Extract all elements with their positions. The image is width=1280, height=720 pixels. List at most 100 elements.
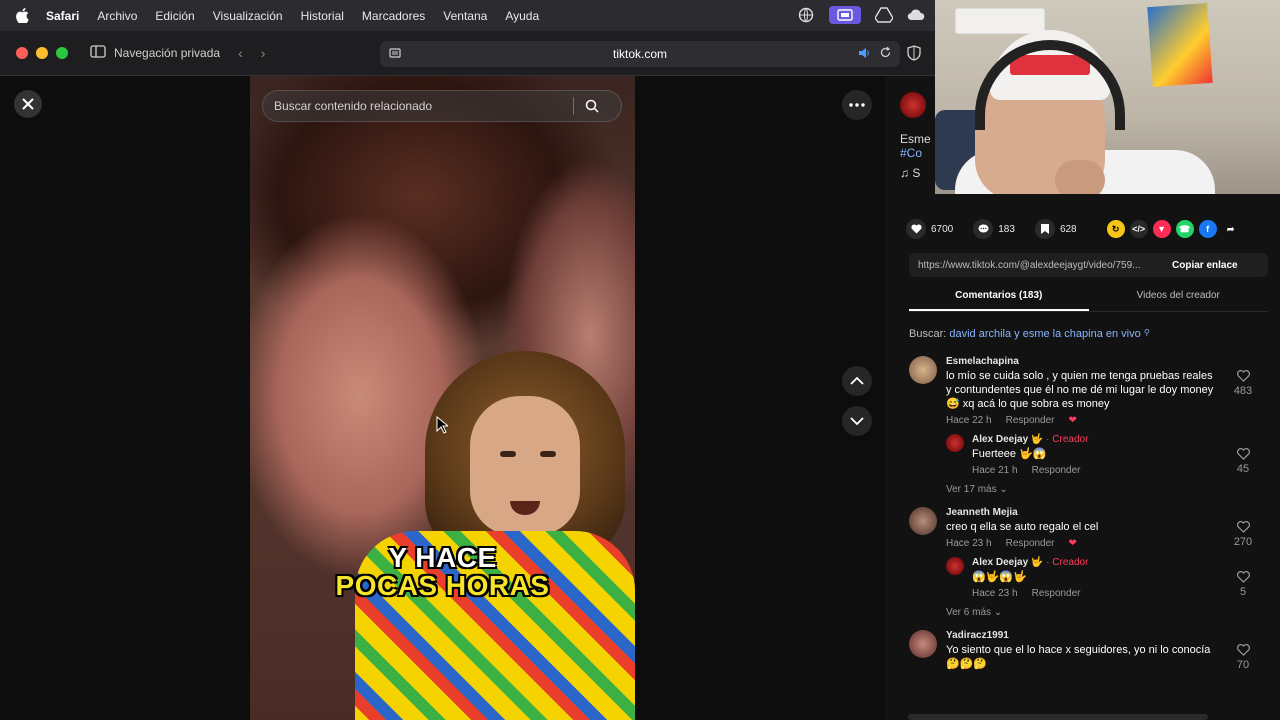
comment-text: creo q ella se auto regalo el cel bbox=[946, 521, 1099, 533]
streamer-headset bbox=[975, 40, 1125, 130]
heart-outline-icon bbox=[1231, 644, 1255, 659]
video-creator-figure bbox=[355, 351, 635, 720]
send-icon[interactable]: ▼ bbox=[1152, 220, 1171, 238]
reload-icon[interactable] bbox=[879, 46, 892, 63]
like-count: 6700 bbox=[931, 223, 954, 235]
reply-avatar[interactable] bbox=[946, 557, 964, 575]
panel-tabs: Comentarios (183) Videos del creador bbox=[909, 286, 1268, 312]
window-minimize-button[interactable] bbox=[36, 47, 48, 59]
comment-username[interactable]: Esmelachapina bbox=[946, 356, 1214, 367]
comment-time: Hace 22 h bbox=[946, 415, 992, 426]
browser-toolbar: Navegación privada ‹ › tiktok.com bbox=[0, 31, 935, 76]
status-globe-icon[interactable] bbox=[797, 6, 815, 24]
reply-time: Hace 23 h bbox=[972, 588, 1018, 599]
gdrive-icon[interactable] bbox=[875, 6, 893, 24]
video-caption-line2: POCAS HORAS bbox=[335, 570, 550, 601]
comment-username[interactable]: Yadiracz1991 bbox=[946, 630, 1214, 641]
menu-historial[interactable]: Historial bbox=[301, 9, 344, 23]
video-link-url[interactable]: https://www.tiktok.com/@alexdeejaygt/vid… bbox=[909, 260, 1164, 271]
cloud-icon[interactable] bbox=[907, 6, 925, 24]
apple-icon[interactable] bbox=[16, 8, 30, 23]
comment-avatar[interactable] bbox=[909, 356, 937, 384]
comment-like[interactable]: 483 bbox=[1231, 370, 1255, 397]
back-icon[interactable]: ‹ bbox=[238, 45, 243, 61]
sidebar-icon bbox=[90, 45, 106, 61]
comment-like-count: 270 bbox=[1233, 536, 1253, 548]
tab-creator-videos[interactable]: Videos del creador bbox=[1089, 286, 1269, 311]
embed-icon[interactable]: </> bbox=[1129, 220, 1148, 238]
audio-icon[interactable] bbox=[857, 46, 871, 63]
menu-app-name[interactable]: Safari bbox=[46, 9, 79, 23]
window-zoom-button[interactable] bbox=[56, 47, 68, 59]
address-bar[interactable]: tiktok.com bbox=[380, 41, 900, 67]
comment-reply-button[interactable]: Responder bbox=[1006, 415, 1055, 426]
page-menu-icon[interactable] bbox=[388, 46, 402, 63]
menu-visualizacion[interactable]: Visualización bbox=[213, 9, 283, 23]
mouse-cursor-icon bbox=[436, 415, 450, 439]
menu-archivo[interactable]: Archivo bbox=[97, 9, 137, 23]
reply-like[interactable]: 5 bbox=[1231, 571, 1255, 598]
like-action[interactable]: 6700 bbox=[906, 219, 953, 239]
reply-avatar[interactable] bbox=[946, 434, 964, 452]
private-browsing-indicator[interactable]: Navegación privada bbox=[90, 45, 220, 61]
window-close-button[interactable] bbox=[16, 47, 28, 59]
forward-icon[interactable]: › bbox=[261, 45, 266, 61]
comment-like-count: 70 bbox=[1236, 659, 1250, 671]
view-more-replies[interactable]: Ver 6 más ⌄ bbox=[946, 607, 1269, 618]
related-search-input[interactable] bbox=[263, 99, 573, 113]
comment-input-bar[interactable] bbox=[908, 714, 1208, 720]
creator-liked-icon: ❤ bbox=[1068, 415, 1077, 426]
comment-like-count: 483 bbox=[1233, 385, 1253, 397]
reply-username[interactable]: Alex Deejay 🤟 bbox=[972, 557, 1043, 568]
reply-username[interactable]: Alex Deejay 🤟 bbox=[972, 434, 1043, 445]
screen-record-icon[interactable] bbox=[829, 6, 861, 24]
reply-text: 😱🤟😱🤟 bbox=[972, 571, 1027, 583]
menu-bar: Safari Archivo Edición Visualización His… bbox=[0, 0, 935, 31]
comment-action[interactable]: 183 bbox=[973, 219, 1015, 239]
chevron-up-icon bbox=[850, 377, 864, 385]
more-dots-icon bbox=[849, 103, 865, 107]
share-arrow-icon[interactable]: ➦ bbox=[1222, 220, 1240, 238]
webcam-overlay bbox=[935, 0, 1280, 194]
tab-comments[interactable]: Comentarios (183) bbox=[909, 286, 1089, 311]
comment-like[interactable]: 270 bbox=[1231, 521, 1255, 548]
heart-outline-icon bbox=[1231, 370, 1255, 385]
creator-avatar[interactable] bbox=[900, 92, 926, 118]
video-music[interactable]: ♫ S bbox=[900, 166, 940, 180]
next-video-button[interactable] bbox=[842, 406, 872, 436]
url-text[interactable]: tiktok.com bbox=[613, 47, 667, 61]
more-options-button[interactable] bbox=[842, 90, 872, 120]
menu-ventana[interactable]: Ventana bbox=[443, 9, 487, 23]
view-more-replies[interactable]: Ver 17 más ⌄ bbox=[946, 484, 1269, 495]
chevron-down-icon bbox=[850, 417, 864, 425]
reply-reply-button[interactable]: Responder bbox=[1032, 465, 1081, 476]
whatsapp-icon[interactable]: ☎ bbox=[1175, 220, 1194, 238]
close-video-button[interactable] bbox=[14, 90, 42, 118]
chevron-down-icon: ⌄ bbox=[999, 484, 1008, 495]
menu-ayuda[interactable]: Ayuda bbox=[505, 9, 539, 23]
video-hashtag[interactable]: #Co bbox=[900, 146, 940, 160]
wall-poster bbox=[1147, 3, 1213, 87]
comment-avatar[interactable] bbox=[909, 507, 937, 535]
search-suggestion-link[interactable]: david archila y esme la chapina en vivo bbox=[949, 328, 1140, 340]
comment-reply-button[interactable]: Responder bbox=[1006, 538, 1055, 549]
comment-avatar[interactable] bbox=[909, 630, 937, 658]
privacy-shield-icon[interactable] bbox=[907, 45, 921, 66]
video-player[interactable]: Y HACE POCAS HORAS bbox=[250, 76, 635, 720]
creator-tag: · Creador bbox=[1046, 557, 1089, 568]
search-button[interactable] bbox=[574, 91, 610, 121]
comment-username[interactable]: Jeanneth Mejia bbox=[946, 507, 1214, 518]
save-action[interactable]: 628 bbox=[1034, 219, 1077, 239]
comments-list: Esmelachapina lo mío se cuida solo , y q… bbox=[909, 356, 1269, 700]
comment-item: Jeanneth Mejia creo q ella se auto regal… bbox=[909, 507, 1269, 549]
menu-marcadores[interactable]: Marcadores bbox=[362, 9, 425, 23]
copy-link-box: https://www.tiktok.com/@alexdeejaygt/vid… bbox=[909, 253, 1268, 277]
comment-like[interactable]: 70 bbox=[1231, 644, 1255, 671]
reply-like[interactable]: 45 bbox=[1231, 448, 1255, 475]
previous-video-button[interactable] bbox=[842, 366, 872, 396]
menu-edicion[interactable]: Edición bbox=[155, 9, 194, 23]
repost-icon[interactable]: ↻ bbox=[1106, 220, 1125, 238]
facebook-icon[interactable]: f bbox=[1198, 220, 1217, 238]
copy-link-button[interactable]: Copiar enlace bbox=[1164, 260, 1238, 271]
reply-reply-button[interactable]: Responder bbox=[1032, 588, 1081, 599]
